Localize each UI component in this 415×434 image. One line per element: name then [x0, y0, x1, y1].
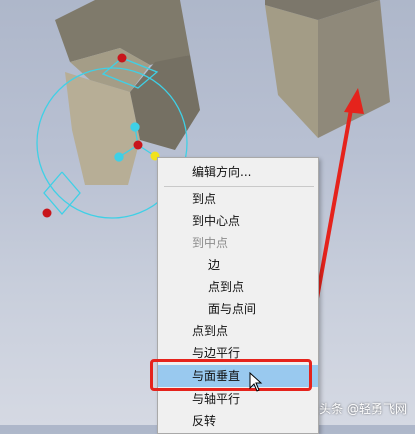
annotation-highlight-box — [150, 359, 312, 391]
menu-item-point-to-point-sub[interactable]: 点到点 — [158, 276, 318, 298]
menu-item-reverse[interactable]: 反转 — [158, 410, 318, 432]
mouse-pointer-icon — [249, 372, 263, 392]
menu-item-face-and-point[interactable]: 面与点间 — [158, 298, 318, 320]
menu-item-to-center-point[interactable]: 到中心点 — [158, 210, 318, 232]
context-menu: 编辑方向... 到点 到中心点 到中点 边 点到点 面与点间 点到点 与边平行 … — [157, 157, 319, 434]
right-solid[interactable] — [265, 0, 390, 138]
menu-item-edge[interactable]: 边 — [158, 254, 318, 276]
menu-item-edit-direction[interactable]: 编辑方向... — [158, 161, 318, 183]
menu-item-to-midpoint: 到中点 — [192, 236, 229, 250]
menu-item-point-to-point[interactable]: 点到点 — [158, 320, 318, 342]
right-solid-right-face[interactable] — [318, 0, 390, 138]
right-solid-left-face[interactable] — [265, 5, 318, 138]
watermark: 头条 @轻勇飞网 — [319, 402, 407, 416]
gizmo-handle[interactable] — [117, 53, 127, 63]
gizmo-handle[interactable] — [133, 140, 143, 150]
menu-item-to-point[interactable]: 到点 — [158, 188, 318, 210]
gizmo-handle[interactable] — [42, 208, 52, 218]
menu-item-parallel-to-axis[interactable]: 与轴平行 — [158, 388, 318, 410]
menu-separator — [164, 186, 314, 187]
